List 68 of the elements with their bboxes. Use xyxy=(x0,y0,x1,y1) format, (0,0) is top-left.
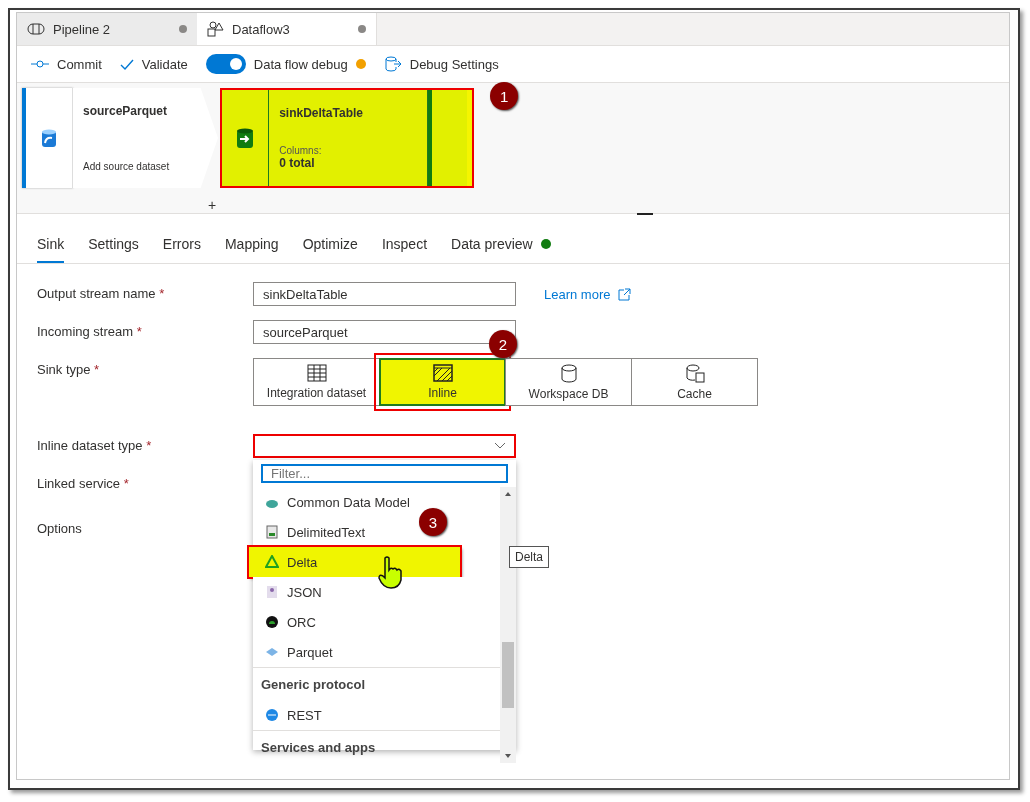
circle-icon xyxy=(265,615,279,629)
required-mark: * xyxy=(123,476,129,491)
document-icon xyxy=(265,585,279,599)
node-title: sourceParquet xyxy=(83,104,169,118)
dataset-type-dropdown[interactable] xyxy=(253,434,516,458)
diamond-icon xyxy=(265,645,279,659)
columns-label: Columns: xyxy=(279,145,323,156)
source-node[interactable]: sourceParquet Add source dataset xyxy=(73,88,218,188)
commit-icon xyxy=(31,57,49,71)
panel-tab[interactable]: Errors xyxy=(162,230,201,263)
debug-toggle[interactable] xyxy=(205,54,246,74)
filter-field[interactable]: Filter... xyxy=(261,464,508,483)
output-stream-field[interactable]: sinkDeltaTable xyxy=(253,282,516,306)
sink-type-option[interactable]: Integration dataset xyxy=(253,358,380,406)
scroll-up-icon xyxy=(504,490,512,498)
scrollbar-thumb[interactable] xyxy=(502,642,514,708)
panel-tab[interactable]: Optimize xyxy=(302,230,358,263)
field-label: Linked service xyxy=(37,476,121,491)
panel-tab[interactable]: Sink xyxy=(37,230,65,263)
external-link-icon xyxy=(618,287,632,301)
panel-tab[interactable]: Mapping xyxy=(224,230,279,263)
sink-type-option[interactable]: Workspace DB xyxy=(505,358,632,406)
dropdown-option[interactable]: Delta xyxy=(249,547,460,577)
source-node-bar[interactable] xyxy=(22,88,73,188)
database-settings-icon xyxy=(383,55,402,73)
required-mark: * xyxy=(94,362,100,377)
callout-badge: 1 xyxy=(490,82,519,110)
field-label: Inline dataset type xyxy=(37,438,143,453)
hand-cursor-icon xyxy=(377,556,403,590)
commit-button[interactable]: Commit xyxy=(31,56,102,72)
checkmark-icon xyxy=(119,57,134,71)
node-subtitle: Add source dataset xyxy=(83,161,171,172)
chevron-down-icon xyxy=(494,442,506,450)
document-icon xyxy=(265,525,279,539)
panel-tab[interactable]: Data preview xyxy=(451,230,551,263)
debug-label: Data flow debug xyxy=(253,56,348,72)
document-tab[interactable]: Pipeline 2 xyxy=(17,13,197,45)
columns-count: 0 total xyxy=(279,156,316,170)
required-mark: * xyxy=(136,324,142,339)
field-label: Options xyxy=(37,520,83,536)
required-mark: * xyxy=(159,286,165,301)
status-dot xyxy=(355,59,366,69)
panel-tab[interactable]: Settings xyxy=(88,230,139,263)
add-button[interactable]: + xyxy=(208,197,217,213)
document-tab[interactable]: Dataflow3 xyxy=(197,13,377,45)
database-icon xyxy=(236,127,255,149)
debug-settings-button[interactable]: Debug Settings xyxy=(383,55,499,73)
node-title: sinkDeltaTable xyxy=(279,106,364,120)
sink-type-option[interactable]: Cache xyxy=(631,358,758,406)
table-icon xyxy=(306,364,327,382)
field-label: Sink type xyxy=(37,362,91,377)
hatched-box-icon xyxy=(432,364,453,382)
field-label: Output stream name xyxy=(37,286,156,301)
database-icon xyxy=(684,363,705,383)
tooltip: Delta xyxy=(509,546,549,568)
field-label: Incoming stream xyxy=(37,324,134,339)
callout-badge: 2 xyxy=(489,330,517,358)
scrollbar[interactable] xyxy=(500,487,516,763)
database-icon xyxy=(40,127,58,149)
database-icon xyxy=(559,363,578,383)
scroll-down-icon xyxy=(504,752,512,760)
panel-tab[interactable]: Inspect xyxy=(381,230,428,263)
learn-more-link[interactable]: Learn more xyxy=(544,286,632,302)
required-mark: * xyxy=(146,438,152,453)
validate-button[interactable]: Validate xyxy=(119,56,188,72)
pipeline-icon xyxy=(27,21,45,37)
shapes-icon xyxy=(207,21,224,37)
triangle-icon xyxy=(265,555,279,569)
